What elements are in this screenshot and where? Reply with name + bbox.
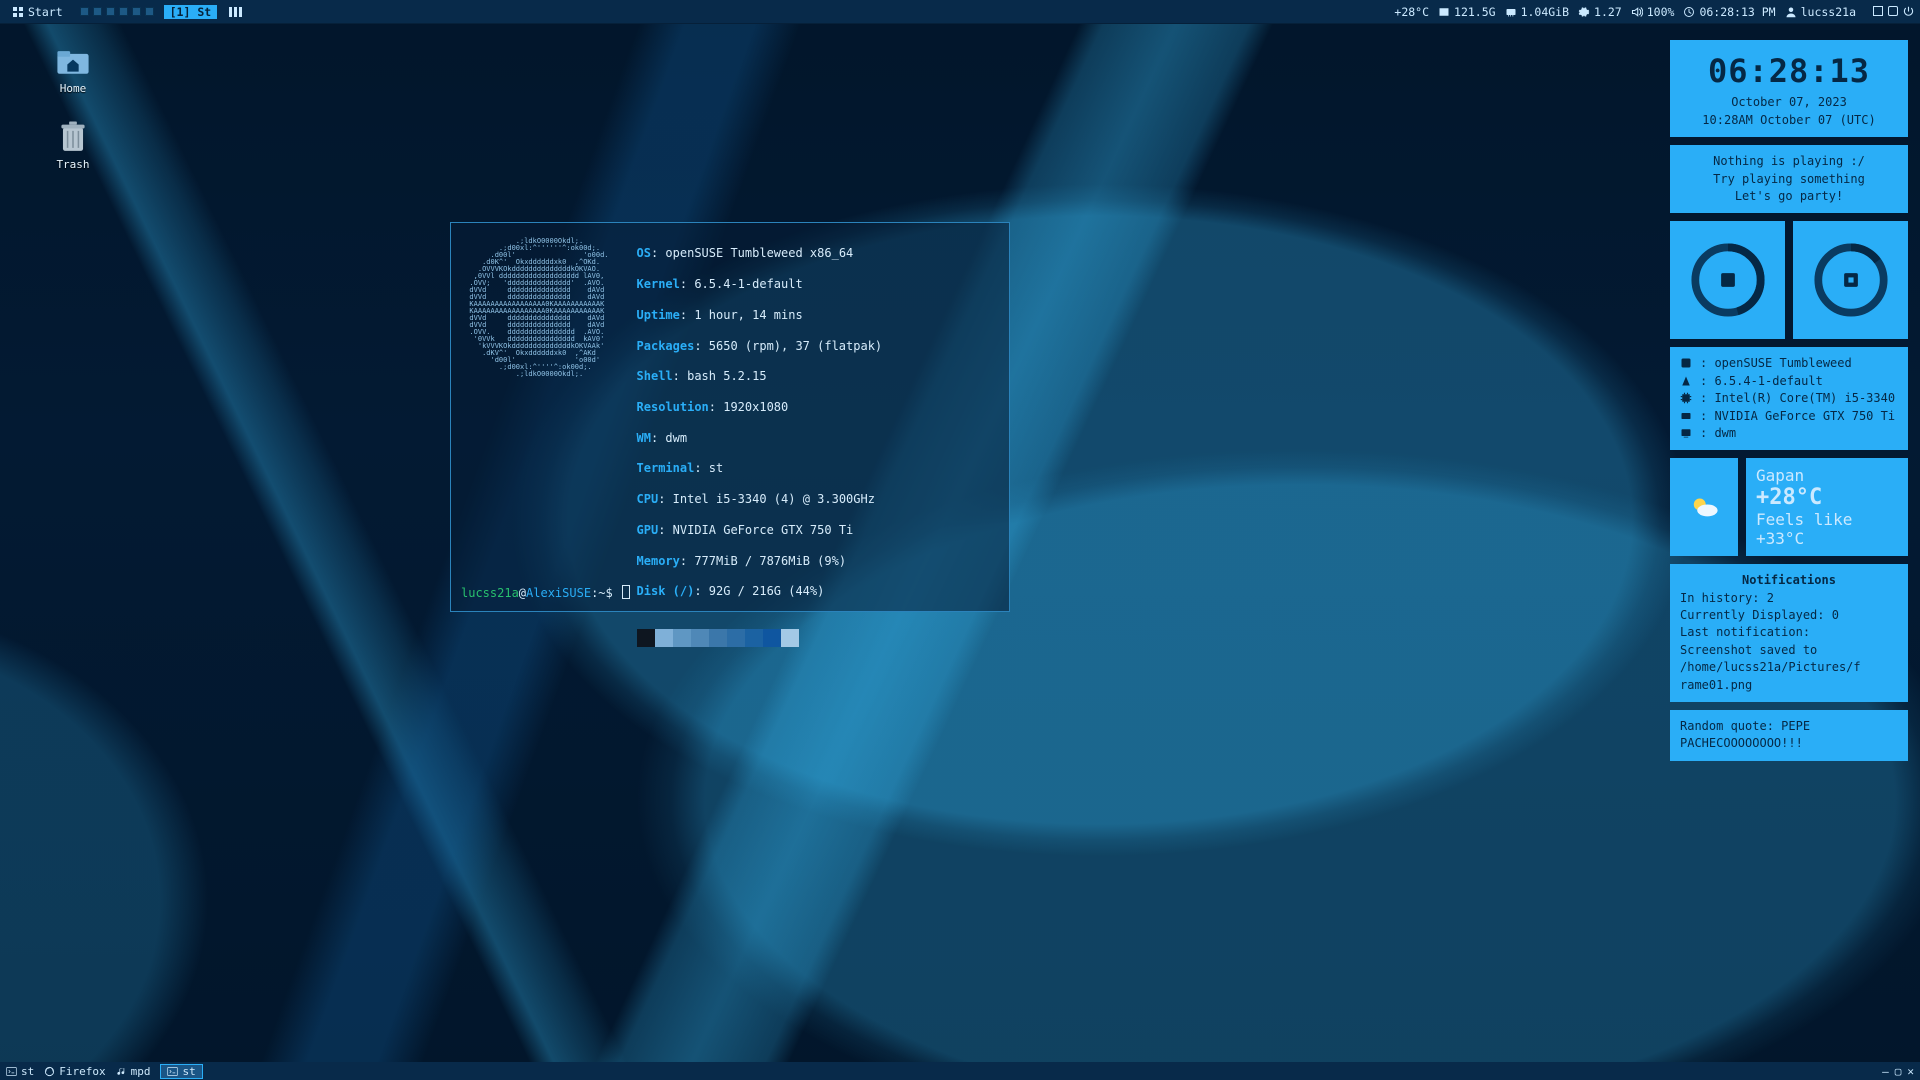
load-indicator[interactable]: 1.27 [1578, 5, 1622, 19]
weather-city: Gapan [1756, 466, 1898, 485]
color-swatches [637, 629, 883, 647]
close-button[interactable]: ✕ [1907, 1065, 1914, 1078]
weather-indicator[interactable]: +28°C [1394, 5, 1429, 19]
ram-ring [1670, 221, 1785, 339]
firefox-icon [44, 1066, 55, 1077]
start-icon [13, 7, 23, 17]
usage-rings [1670, 221, 1908, 339]
tray-icon-2[interactable] [1888, 6, 1898, 16]
task-mpd[interactable]: mpd [116, 1065, 151, 1078]
task-st[interactable]: st [6, 1065, 34, 1078]
neofetch-info: OS: openSUSE Tumbleweed x86_64 Kernel: 6… [637, 231, 883, 678]
ram-indicator[interactable]: 1.04GiB [1505, 5, 1569, 19]
quote-card: Random quote: PEPE PACHECOOOOOOOO!!! [1670, 710, 1908, 761]
neofetch-ascii-art: .;ldkO0000Okdl;. .;d00xl:^''''''^:ok00d;… [461, 238, 609, 671]
shell-prompt[interactable]: lucss21a@AlexiSUSE:~$ [461, 585, 630, 601]
folder-home-icon [56, 44, 90, 78]
clock-icon [1683, 6, 1695, 18]
minimize-button[interactable]: — [1882, 1065, 1889, 1078]
user-indicator[interactable]: lucss21a [1785, 5, 1856, 19]
disk-icon [1438, 6, 1450, 18]
top-bar: Start [1] St +28°C 121.5G 1.04GiB 1.27 1… [0, 0, 1920, 24]
trash-icon [56, 120, 90, 154]
terminal-icon [167, 1066, 178, 1077]
weather-icon [1687, 490, 1721, 524]
terminal-window[interactable]: .;ldkO0000Okdl;. .;d00xl:^''''''^:ok00d;… [450, 222, 1010, 612]
weather-feels: Feels like +33°C [1756, 510, 1898, 548]
weather-temp: +28°C [1756, 485, 1898, 510]
weather-card: Gapan +28°C Feels like +33°C [1670, 458, 1908, 556]
task-active[interactable]: st [160, 1064, 202, 1079]
task-firefox[interactable]: Firefox [44, 1065, 105, 1078]
desktop-icon-trash[interactable]: Trash [56, 120, 90, 171]
maximize-button[interactable]: ▢ [1895, 1065, 1902, 1078]
power-icon[interactable] [1903, 6, 1914, 17]
active-tag[interactable]: [1] St [164, 5, 218, 19]
start-label: Start [28, 5, 63, 19]
notifications-card: Notifications In history: 2 Currently Di… [1670, 564, 1908, 702]
user-icon [1785, 6, 1797, 18]
volume-indicator[interactable]: 100% [1631, 5, 1675, 19]
workspace-pager[interactable] [80, 7, 154, 16]
taskbar: st Firefox mpd st — ▢ ✕ [0, 1062, 1920, 1080]
date-local: October 07, 2023 [1680, 94, 1898, 111]
systray[interactable] [1873, 6, 1914, 17]
ram-icon [1505, 6, 1517, 18]
big-clock: 06:28:13 [1680, 48, 1898, 94]
volume-icon [1631, 6, 1643, 18]
tray-icon-1[interactable] [1873, 6, 1883, 16]
disk-indicator[interactable]: 121.5G [1438, 5, 1496, 19]
cursor [622, 585, 630, 599]
music-icon [116, 1066, 127, 1077]
layout-indicator-icon[interactable] [229, 7, 242, 17]
gear-icon [1578, 6, 1590, 18]
start-button[interactable]: Start [6, 5, 70, 19]
conky-panel: 06:28:13 October 07, 2023 10:28AM Octobe… [1670, 40, 1908, 761]
date-utc: 10:28AM October 07 (UTC) [1680, 112, 1898, 129]
window-buttons: — ▢ ✕ [1882, 1065, 1914, 1078]
cpu-ring [1793, 221, 1908, 339]
desktop-icon-home[interactable]: Home [56, 44, 90, 95]
clock-card: 06:28:13 October 07, 2023 10:28AM Octobe… [1670, 40, 1908, 137]
clock-indicator[interactable]: 06:28:13 PM [1683, 5, 1775, 19]
sysinfo-card: : openSUSE Tumbleweed : 6.5.4-1-default … [1670, 347, 1908, 450]
terminal-icon [6, 1066, 17, 1077]
now-playing-card: Nothing is playing :/ Try playing someth… [1670, 145, 1908, 213]
